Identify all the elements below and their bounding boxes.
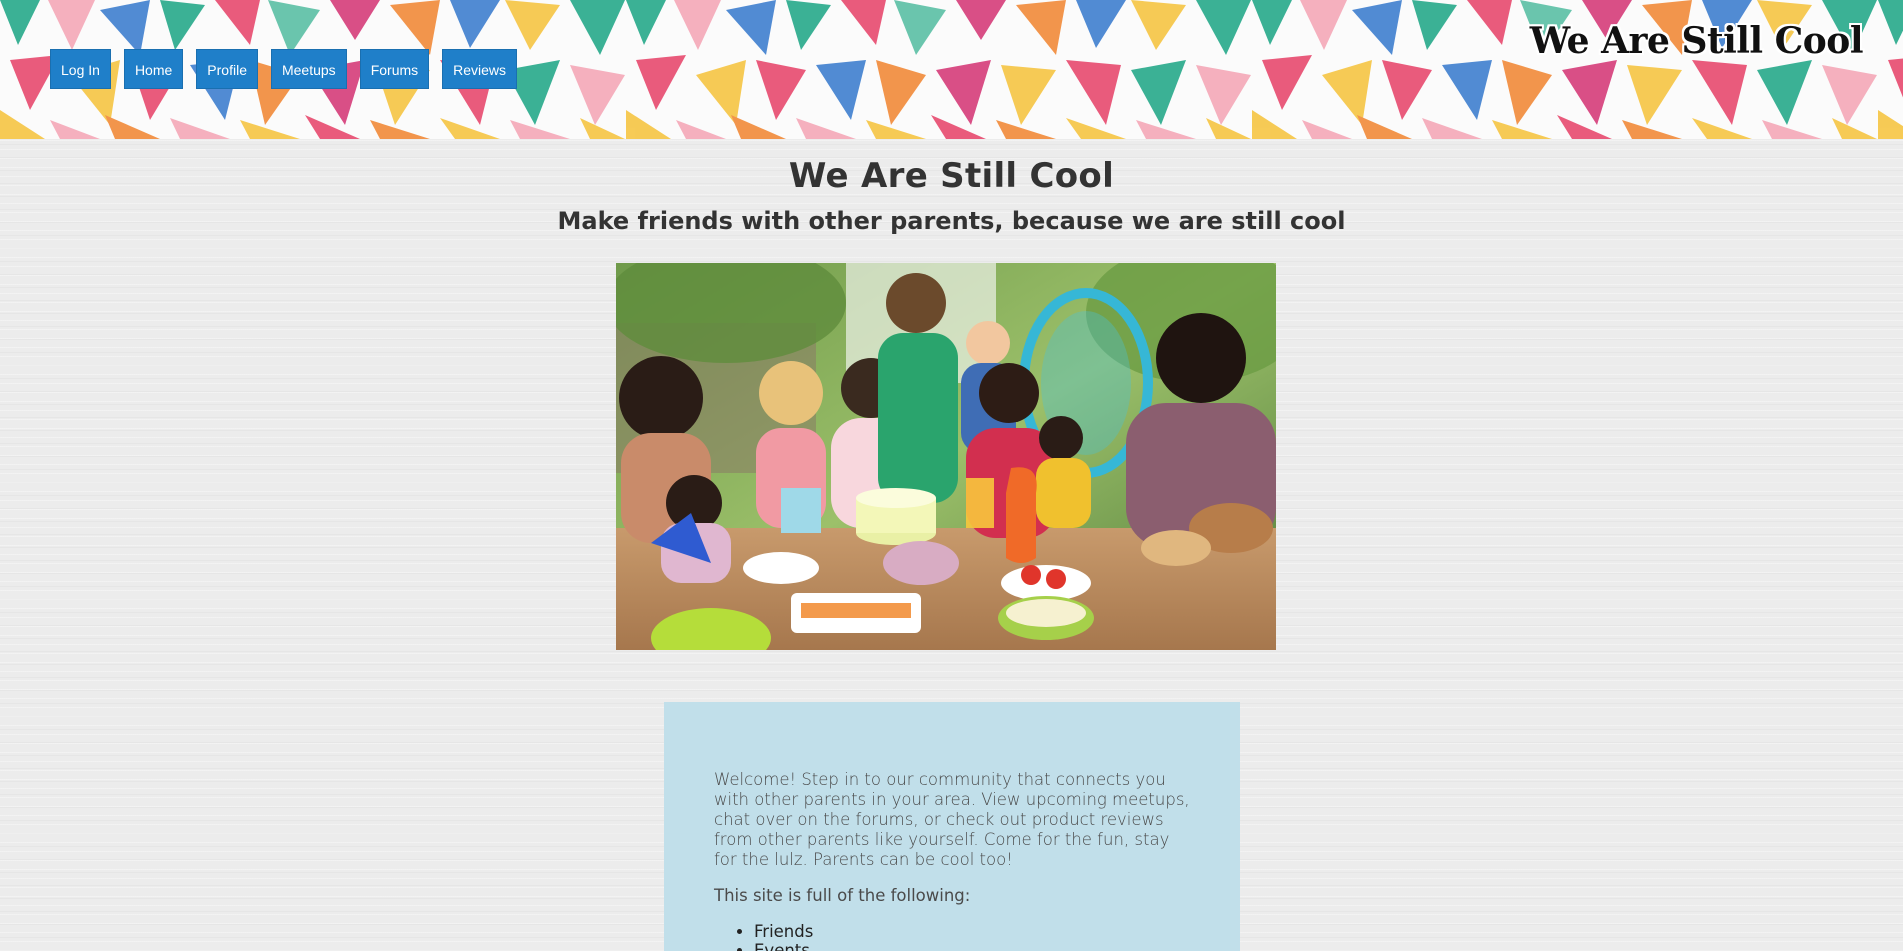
list-item: Friends (754, 922, 1190, 941)
list-item: Events (754, 941, 1190, 951)
main-nav: Log In Home Profile Meetups Forums Revie… (50, 49, 518, 89)
hero-image (616, 263, 1276, 650)
nav-login-button[interactable]: Log In (50, 49, 111, 89)
header-banner: Log In Home Profile Meetups Forums Revie… (0, 0, 1903, 139)
page-title: We Are Still Cool (788, 156, 1115, 196)
welcome-text: Welcome! Step in to our community that c… (714, 770, 1190, 869)
nav-home-button[interactable]: Home (123, 49, 184, 89)
nav-reviews-button[interactable]: Reviews (442, 49, 518, 89)
site-brand-logo[interactable]: We Are Still Cool (1530, 20, 1864, 62)
nav-forums-button[interactable]: Forums (359, 49, 430, 89)
page-subtitle: Make friends with other parents, because… (557, 207, 1346, 235)
nav-profile-button[interactable]: Profile (196, 49, 258, 89)
family-celebration-photo (616, 263, 1276, 650)
features-intro: This site is full of the following: (714, 886, 971, 905)
welcome-panel: Welcome! Step in to our community that c… (664, 702, 1240, 951)
nav-meetups-button[interactable]: Meetups (270, 49, 347, 89)
features-list: Friends Events (714, 922, 1190, 951)
